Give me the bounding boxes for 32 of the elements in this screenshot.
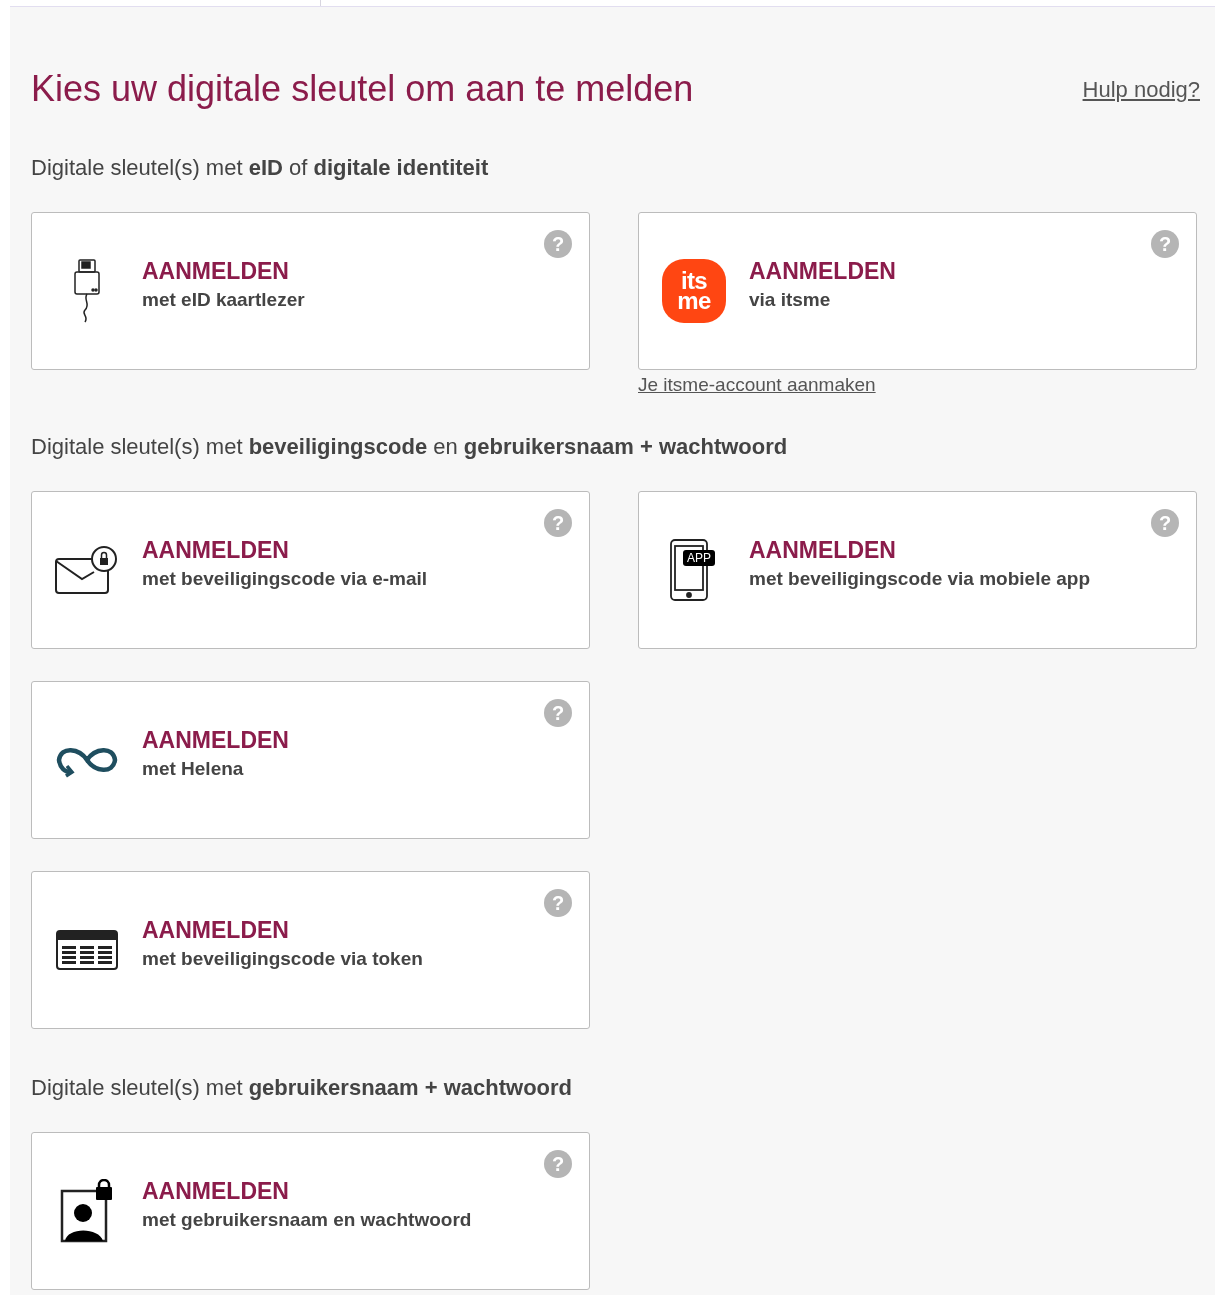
section-heading: Digitale sleutel(s) met eID of digitale identiteit: [31, 155, 490, 181]
login-option-card[interactable]: AANMELDEN met Helena ?: [31, 681, 590, 839]
card-reader-icon: [71, 258, 103, 324]
option-title: AANMELDEN: [142, 536, 290, 565]
login-option-card[interactable]: AANMELDEN met eID kaartlezer ?: [31, 212, 590, 370]
locked-envelope-icon: [54, 545, 120, 595]
option-subtitle: met eID kaartlezer: [142, 288, 305, 312]
option-subtitle: via itsme: [749, 288, 832, 312]
help-link[interactable]: Hulp nodig?: [1082, 73, 1200, 106]
option-title: AANMELDEN: [749, 536, 897, 565]
user-lock-icon: [59, 1179, 115, 1243]
option-subtitle: met Helena: [142, 757, 245, 781]
option-title: AANMELDEN: [749, 257, 896, 286]
option-title: AANMELDEN: [142, 916, 290, 945]
page-title: Kies uw digitale sleutel om aan te melden: [31, 67, 694, 111]
option-title: AANMELDEN: [142, 257, 290, 286]
option-title: AANMELDEN: [142, 726, 289, 755]
option-title: AANMELDEN: [142, 1177, 290, 1206]
option-subtitle: met gebruikersnaam en wachtwoord: [142, 1208, 472, 1232]
login-option-card[interactable]: AANMELDEN met beveiligingscode via e-mail ?: [31, 491, 590, 649]
token-icon: [55, 929, 119, 971]
login-option-card[interactable]: AANMELDEN met gebruikersnaam en wachtwoord ?: [31, 1132, 590, 1290]
create-account-link[interactable]: Je itsme-account aanmaken: [638, 372, 876, 398]
section-heading: Digitale sleutel(s) met gebruikersnaam + wachtwoord: [31, 1075, 573, 1101]
login-option-card[interactable]: its me AANMELDEN via itsme ?: [638, 212, 1197, 370]
option-subtitle: met beveiligingscode via token: [142, 947, 423, 971]
login-option-card[interactable]: AANMELDEN met beveiligingscode via token ?: [31, 871, 590, 1029]
option-subtitle: met beveiligingscode via e-mail: [142, 567, 428, 591]
option-subtitle: met beveiligingscode via mobiele app: [749, 567, 1091, 591]
itsme-logo: its me: [662, 259, 726, 323]
section-heading: Digitale sleutel(s) met beveiligingscode en gebruikersnaam + wachtwoord: [31, 434, 789, 460]
login-option-card[interactable]: APP AANMELDEN met beveiligingscode via mobiele app ?: [638, 491, 1197, 649]
